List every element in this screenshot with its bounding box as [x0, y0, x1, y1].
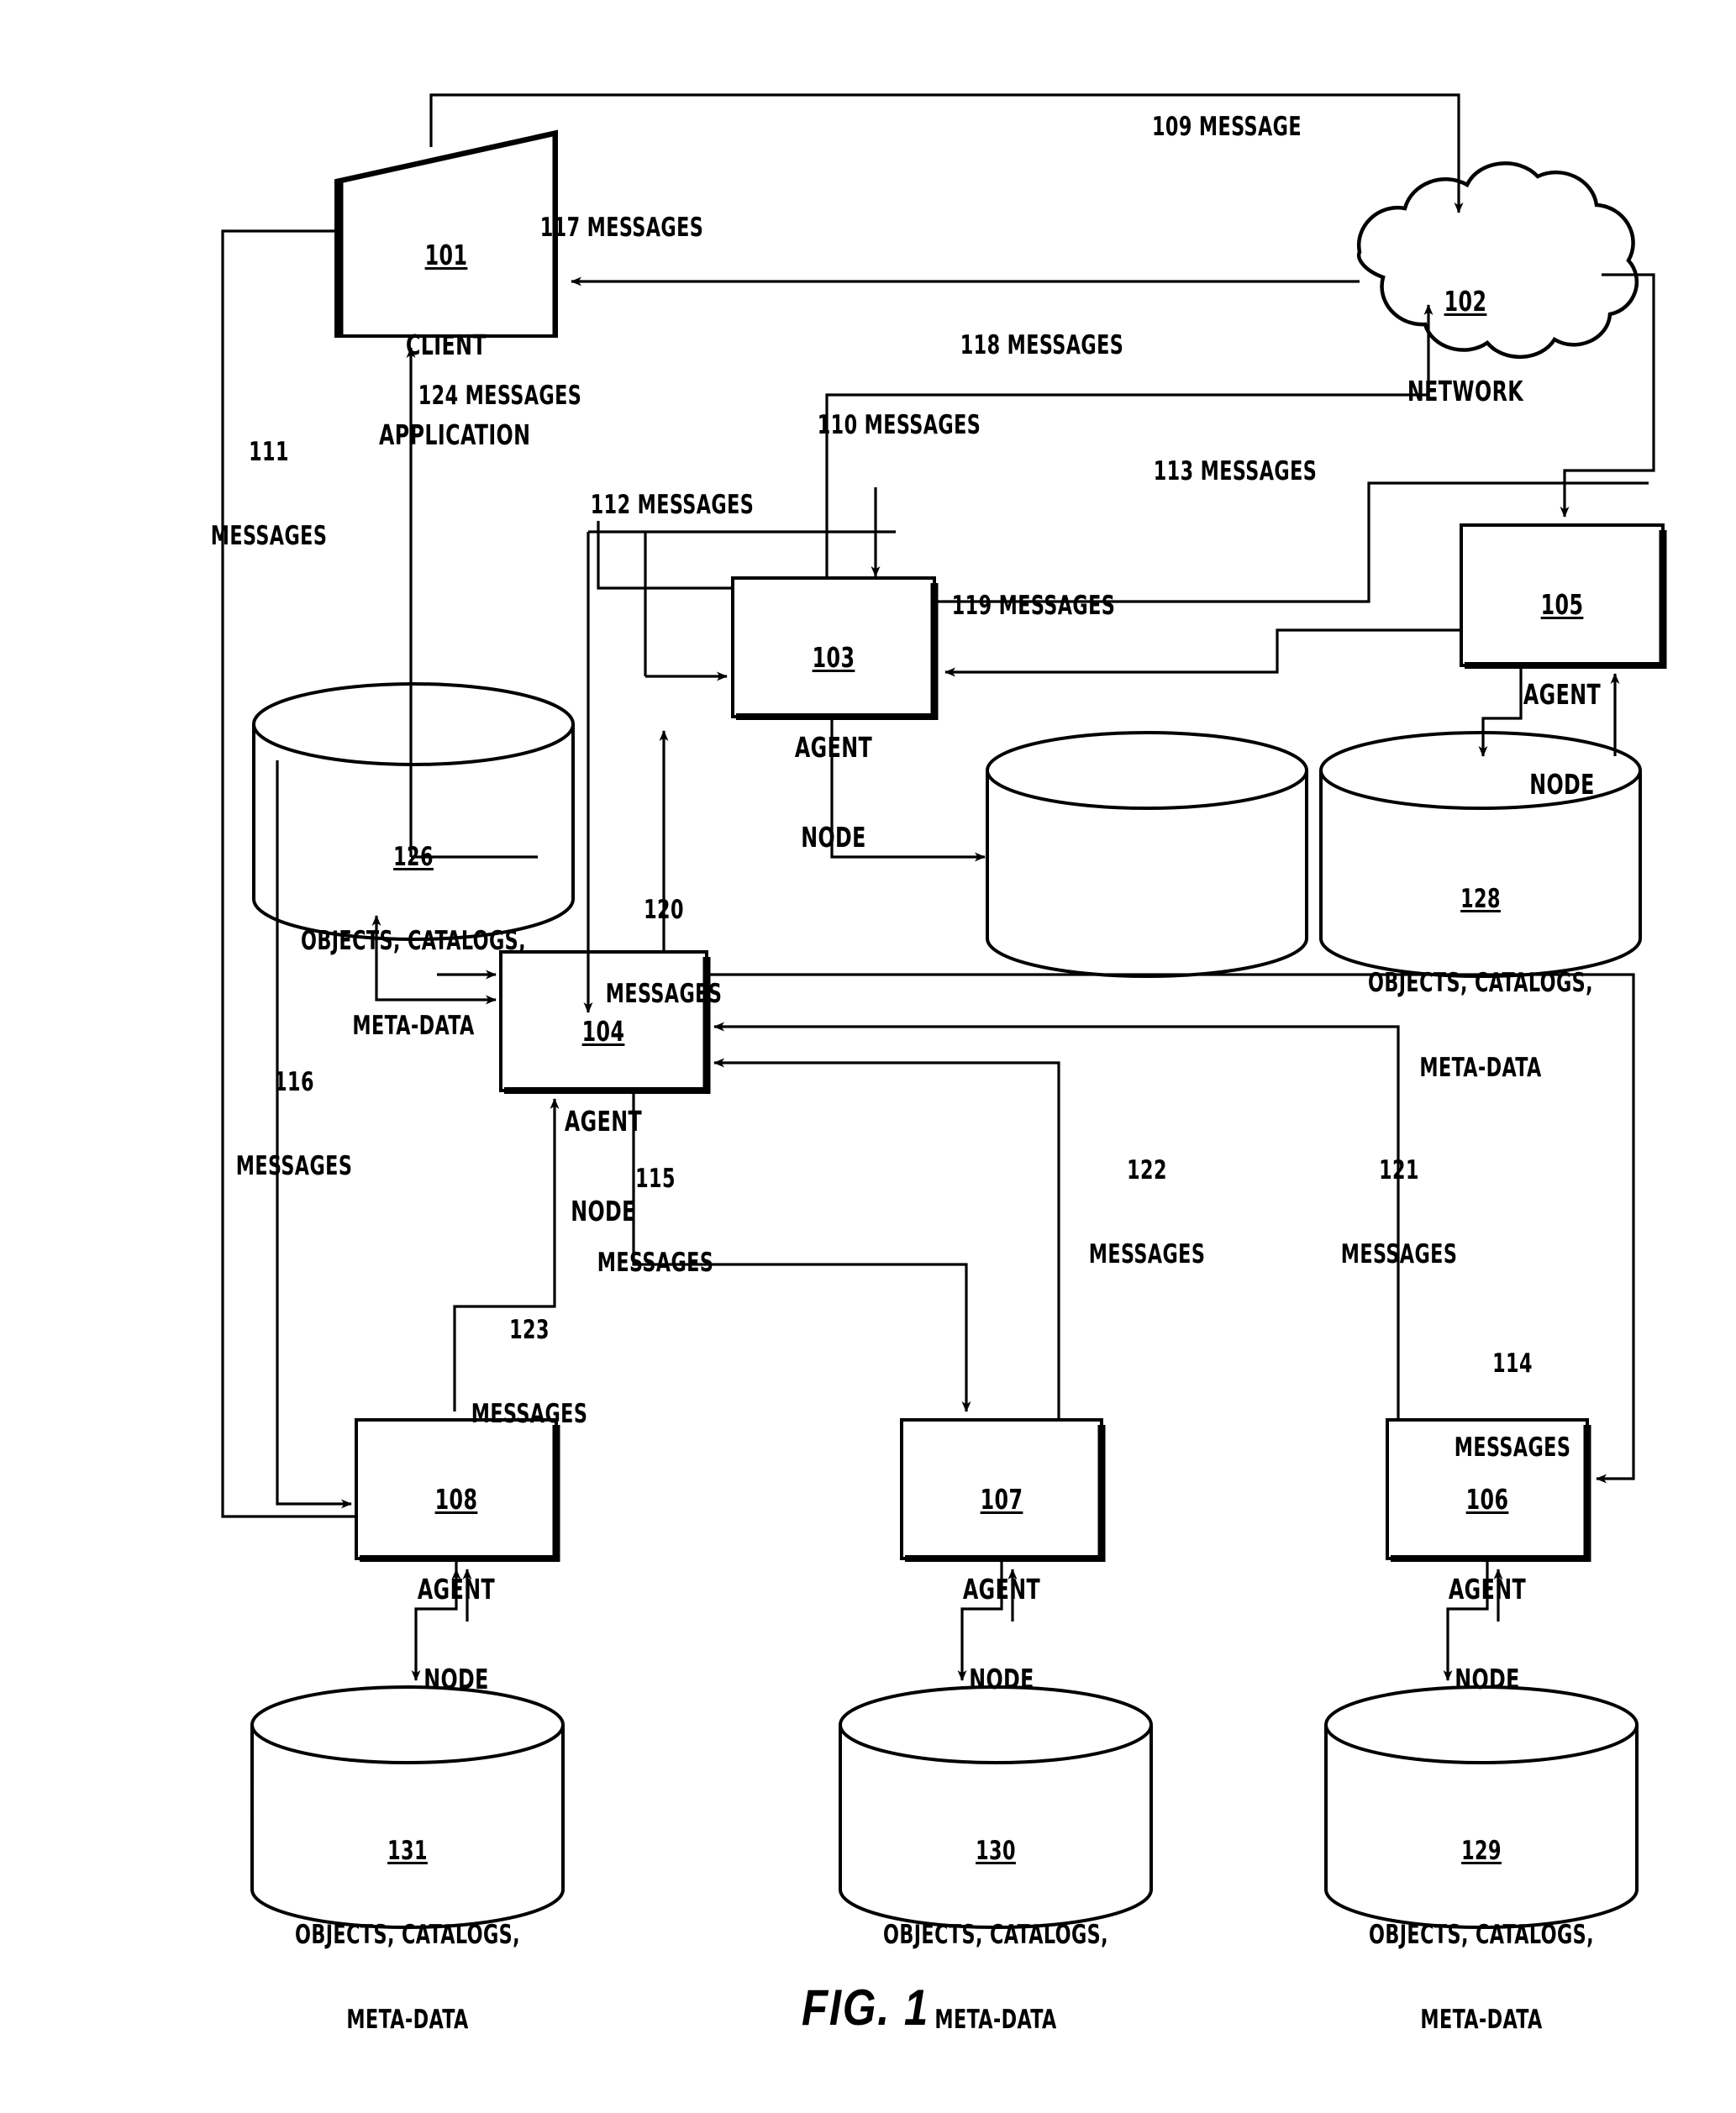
agent-node-105-ref: 105 — [1540, 588, 1584, 622]
network-line1: NETWORK — [1407, 375, 1524, 408]
data-store-131-ref: 131 — [387, 1835, 428, 1866]
agent-node-105-label: 105 AGENT NODE — [1495, 530, 1629, 859]
data-store-131-line2: META-DATA — [346, 2004, 469, 2035]
network-label: 102 NETWORK — [1391, 227, 1539, 466]
client-application-line2: APPLICATION — [379, 418, 531, 451]
edge-label-111-word: MESSAGES — [210, 521, 328, 552]
client-application-ref: 101 — [424, 239, 468, 272]
edge-label-121: 121 MESSAGES — [1318, 1101, 1480, 1326]
agent-node-108-line1: AGENT — [417, 1573, 496, 1606]
data-store-129-line1: OBJECTS, CATALOGS, — [1368, 1920, 1595, 1951]
agent-node-108-ref: 108 — [434, 1483, 478, 1516]
edge-label-122: 122 MESSAGES — [1066, 1101, 1228, 1326]
agent-node-107-label: 107 AGENT NODE — [934, 1425, 1069, 1754]
agent-node-108-line2: NODE — [423, 1663, 489, 1695]
network-ref: 102 — [1444, 285, 1487, 318]
agent-node-107-line2: NODE — [969, 1663, 1034, 1695]
edge-label-120-ref: 120 — [644, 894, 684, 925]
agent-node-106-line2: NODE — [1455, 1663, 1520, 1695]
agent-node-107-ref: 107 — [980, 1483, 1023, 1516]
data-store-129-line2: META-DATA — [1420, 2004, 1543, 2035]
edge-label-109: 109 MESSAGE — [1151, 112, 1302, 142]
edge-label-124: 124 MESSAGES — [418, 381, 582, 411]
data-store-130-line1: OBJECTS, CATALOGS, — [882, 1920, 1109, 1951]
edge-label-112: 112 MESSAGES — [590, 490, 755, 520]
edge-label-111-ref: 111 — [249, 436, 289, 467]
edge-label-119: 119 MESSAGES — [951, 591, 1116, 621]
figure-canvas: 101 CLIENT APPLICATION 102 NETWORK 103 A… — [0, 0, 1736, 2113]
agent-node-105-line2: NODE — [1529, 768, 1595, 801]
edge-label-116-ref: 116 — [274, 1066, 314, 1097]
edge-label-113: 113 MESSAGES — [1153, 456, 1318, 486]
client-application-line1: CLIENT — [405, 329, 487, 362]
edge-label-114-ref: 114 — [1492, 1348, 1533, 1379]
data-store-128-line2: META-DATA — [1419, 1052, 1542, 1083]
edge-label-122-ref: 122 — [1127, 1154, 1167, 1185]
data-store-126-line1: OBJECTS, CATALOGS, — [300, 926, 527, 957]
agent-node-103-label: 103 AGENT NODE — [766, 583, 901, 912]
data-store-129-label: 129 OBJECTS, CATALOGS, META-DATA — [1367, 1781, 1596, 2090]
edge-label-116: 116 MESSAGES — [213, 1012, 375, 1238]
data-store-128-label: 128 OBJECTS, CATALOGS, META-DATA — [1363, 829, 1598, 1138]
data-store-126-ref: 126 — [393, 841, 434, 872]
data-store-131-label: 131 OBJECTS, CATALOGS, META-DATA — [293, 1781, 522, 2090]
agent-node-103-line1: AGENT — [794, 731, 873, 765]
edge-label-123: 123 MESSAGES — [449, 1260, 610, 1485]
edge-label-120-word: MESSAGES — [605, 979, 723, 1010]
figure-caption: FIG. 1 — [802, 1979, 929, 2036]
edge-label-120: 120 MESSAGES — [583, 840, 744, 1065]
edge-122 — [713, 1058, 1060, 1420]
agent-node-106-line1: AGENT — [1448, 1573, 1527, 1606]
agent-node-103-ref: 103 — [812, 641, 855, 675]
data-store-130-label: 130 OBJECTS, CATALOGS, META-DATA — [881, 1781, 1110, 2090]
data-store-128-ref: 128 — [1460, 883, 1501, 914]
data-store-130-ref: 130 — [976, 1835, 1016, 1866]
edge-label-123-ref: 123 — [509, 1314, 550, 1345]
agent-node-105-line1: AGENT — [1523, 678, 1602, 712]
edge-label-110: 110 MESSAGES — [817, 410, 981, 440]
edge-label-114: 114 MESSAGES — [1432, 1294, 1593, 1519]
edge-label-122-word: MESSAGES — [1088, 1239, 1206, 1270]
data-store-128-line1: OBJECTS, CATALOGS, — [1367, 968, 1594, 999]
data-store-131-line1: OBJECTS, CATALOGS, — [294, 1920, 521, 1951]
edge-label-111: 111 MESSAGES — [188, 382, 350, 607]
edge-label-116-word: MESSAGES — [235, 1151, 353, 1182]
edge-label-118: 118 MESSAGES — [960, 330, 1124, 360]
edge-label-121-word: MESSAGES — [1340, 1239, 1458, 1270]
edge-label-121-ref: 121 — [1379, 1154, 1419, 1185]
agent-node-107-line1: AGENT — [962, 1573, 1041, 1606]
edge-109 — [429, 93, 1464, 213]
edge-label-114-word: MESSAGES — [1454, 1432, 1571, 1464]
edge-label-115-ref: 115 — [635, 1163, 676, 1194]
edge-label-117: 117 MESSAGES — [539, 213, 704, 243]
edge-label-123-word: MESSAGES — [471, 1399, 588, 1430]
data-store-129-ref: 129 — [1461, 1835, 1502, 1866]
edge-119 — [944, 628, 1461, 677]
agent-node-103-line2: NODE — [801, 821, 866, 854]
